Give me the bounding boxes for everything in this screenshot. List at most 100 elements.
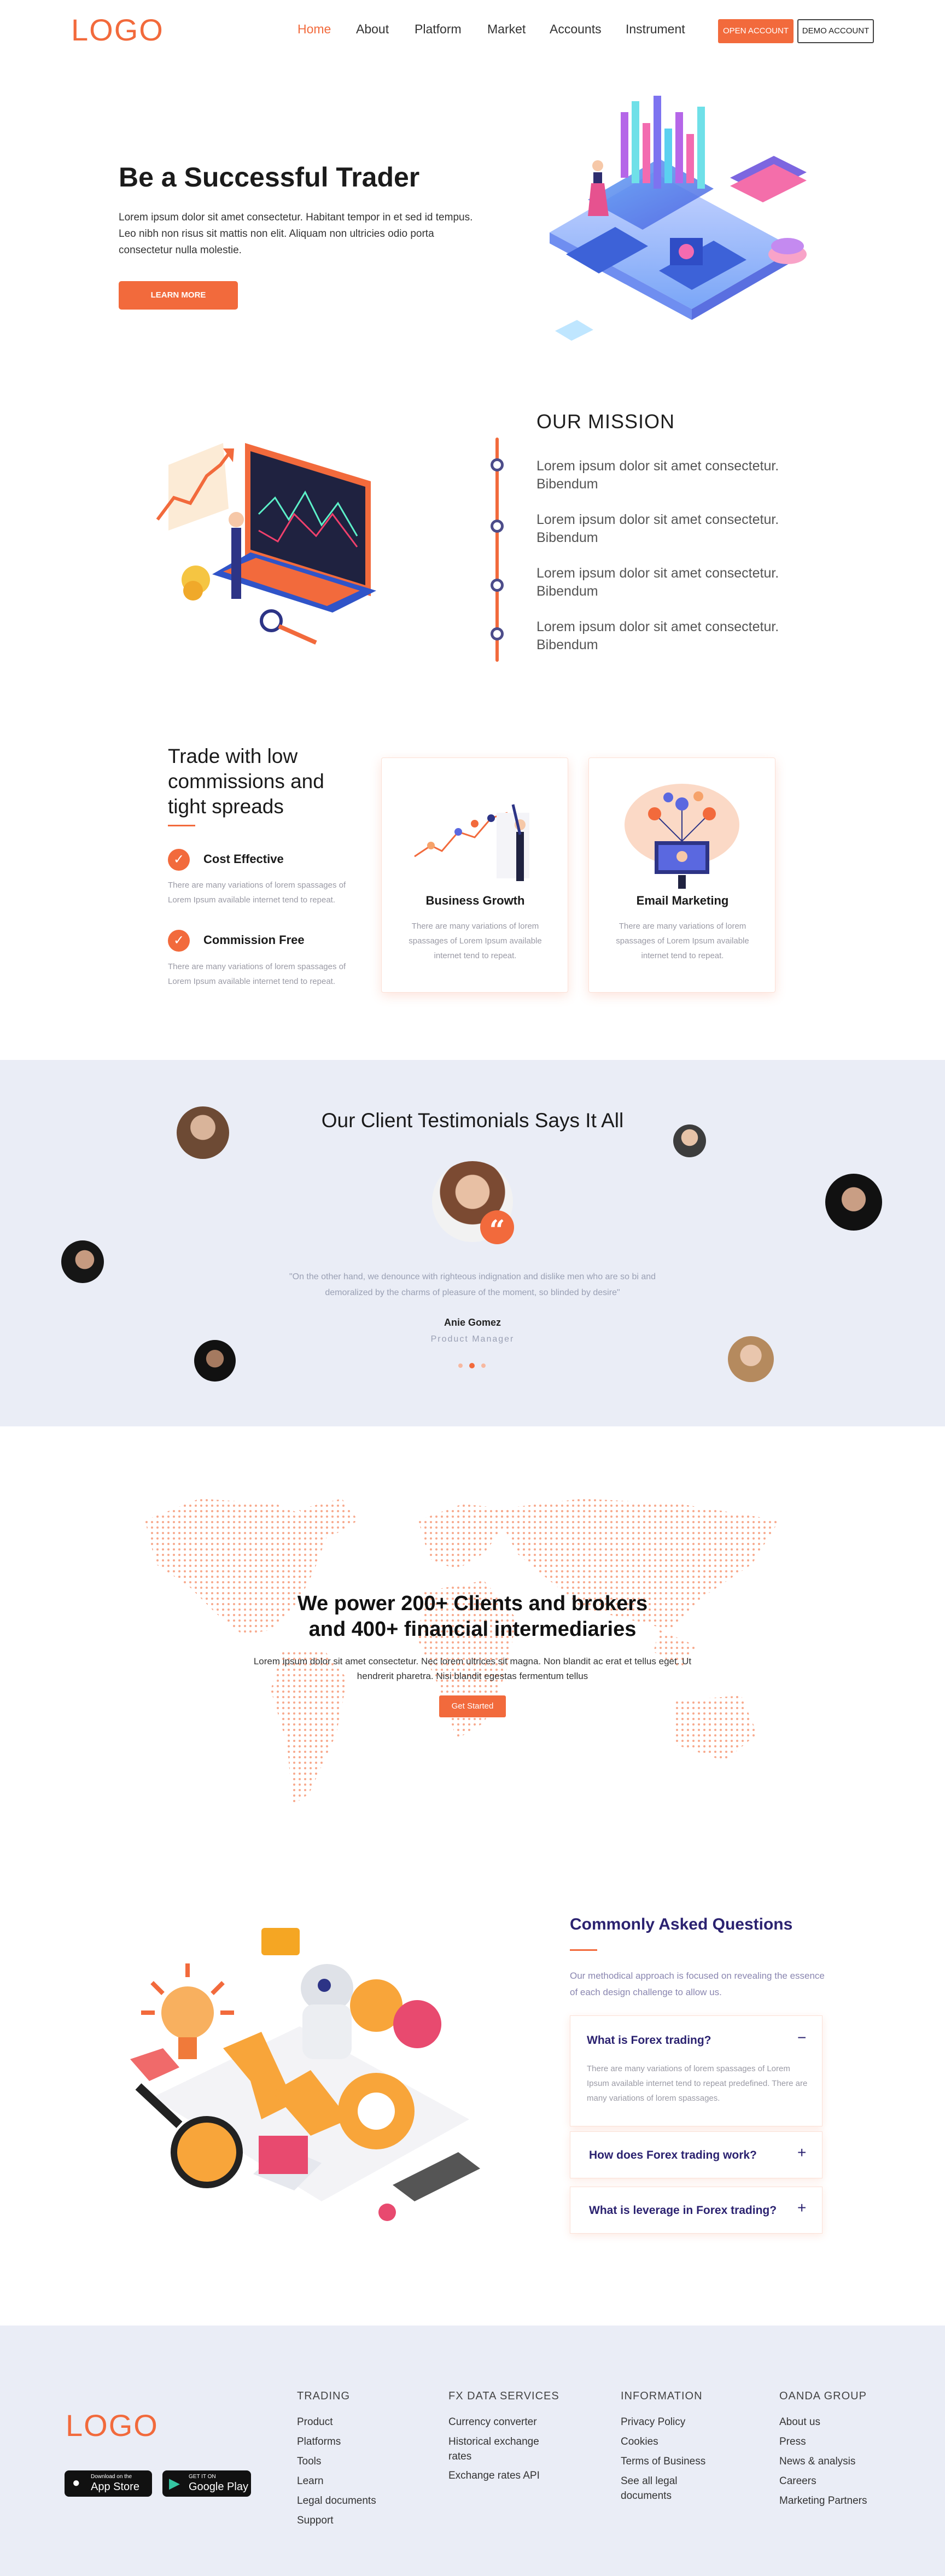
features-title-underline — [168, 825, 195, 826]
business-growth-card: Business Growth There are many variation… — [381, 757, 568, 993]
faq-item[interactable]: How does Forex trading work? + — [570, 2131, 822, 2178]
nav-home[interactable]: Home — [298, 22, 331, 37]
card-title: Email Marketing — [636, 894, 729, 907]
svg-text:!: ! — [412, 2053, 424, 2089]
faq-illustration: ? ! — [130, 1928, 480, 2221]
google-play-icon: ▶ — [169, 2475, 180, 2491]
footer-col-information: INFORMATION Privacy Policy Cookies Terms… — [621, 2390, 725, 2503]
mission-illustration — [156, 443, 376, 645]
testimonials-section: Our Client Testimonials Says It All “ "O… — [0, 1060, 945, 1426]
faq-question[interactable]: What is leverage in Forex trading? — [589, 2204, 777, 2217]
mission-timeline-dot — [491, 627, 504, 640]
footer-col-oanda-group: OANDA GROUP About us Press News & analys… — [779, 2390, 900, 2511]
faq-question[interactable]: How does Forex trading work? — [589, 2149, 757, 2162]
footer-col-title: OANDA GROUP — [779, 2390, 867, 2402]
feature-text: There are many variations of lorem spass… — [168, 881, 346, 905]
footer-col-title: INFORMATION — [621, 2390, 703, 2402]
apple-icon: ● — [72, 2475, 80, 2490]
carousel-dot[interactable] — [481, 1363, 486, 1368]
footer-link[interactable]: Careers — [779, 2472, 900, 2491]
collapse-icon[interactable]: − — [797, 2029, 806, 2047]
client-avatar[interactable] — [673, 1124, 706, 1157]
carousel-dot-active[interactable] — [469, 1363, 475, 1368]
footer-link[interactable]: Press — [779, 2432, 900, 2452]
mission-timeline-dot — [491, 458, 504, 471]
google-play-big-text: Google Play — [189, 2481, 248, 2493]
footer-col-title: TRADING — [297, 2390, 350, 2402]
check-icon: ✓ — [168, 849, 190, 871]
carousel-dot[interactable] — [458, 1363, 463, 1368]
footer-link[interactable]: Currency converter — [448, 2412, 563, 2432]
mission-item: Lorem ipsum dolor sit amet consectetur. … — [536, 512, 779, 545]
demo-account-button[interactable]: DEMO ACCOUNT — [797, 19, 874, 43]
footer-link[interactable]: Platforms — [297, 2432, 417, 2452]
footer-link[interactable]: Learn — [297, 2472, 417, 2491]
client-avatar[interactable] — [825, 1174, 882, 1231]
hero-title: Be a Successful Trader — [119, 162, 420, 193]
footer-link[interactable]: Support — [297, 2511, 417, 2531]
footer-link[interactable]: Legal documents — [297, 2491, 417, 2511]
card-text: There are many variations of lorem spass… — [409, 922, 542, 960]
faq-title: Commonly Asked Questions — [570, 1915, 793, 1933]
testimonial-role: Product Manager — [430, 1334, 515, 1344]
business-growth-illustration — [414, 804, 529, 881]
footer-link[interactable]: Exchange rates API — [448, 2466, 563, 2486]
mission-item: Lorem ipsum dolor sit amet consectetur. … — [536, 566, 779, 599]
google-play-small-text: GET IT ON — [189, 2474, 216, 2480]
stats-title-line1: We power 200+ Clients and brokers — [297, 1592, 648, 1615]
footer-link[interactable]: See all legal documents — [621, 2474, 692, 2503]
footer-link[interactable]: Historical exchange rates — [448, 2434, 563, 2464]
faq-intro: Our methodical approach is focused on re… — [570, 1971, 825, 1997]
mission-item: Lorem ipsum dolor sit amet consectetur. … — [536, 458, 779, 492]
mission-item: Lorem ipsum dolor sit amet consectetur. … — [536, 619, 779, 652]
app-store-badge[interactable]: ● Download on the App Store — [65, 2470, 152, 2497]
footer-link[interactable]: Tools — [297, 2452, 417, 2472]
open-account-button[interactable]: OPEN ACCOUNT — [718, 19, 794, 43]
expand-icon[interactable]: + — [797, 2144, 806, 2161]
email-marketing-card: Email Marketing There are many variation… — [588, 757, 775, 993]
faq-question[interactable]: What is Forex trading? — [587, 2034, 711, 2047]
learn-more-button[interactable]: LEARN MORE — [119, 281, 238, 310]
footer-link[interactable]: News & analysis — [779, 2452, 900, 2472]
app-store-small-text: Download on the — [91, 2474, 132, 2480]
mission-title: OUR MISSION — [536, 410, 675, 433]
faq-answer: There are many variations of lorem spass… — [587, 2064, 808, 2103]
get-started-button[interactable]: Get Started — [439, 1695, 506, 1717]
footer-logo[interactable]: LOGO — [66, 2408, 159, 2443]
stats-text: Lorem ipsum dolor sit amet consectetur. … — [253, 1656, 692, 1681]
footer-col-trading: TRADING Product Platforms Tools Learn Le… — [297, 2390, 417, 2531]
hero-text: Lorem ipsum dolor sit amet consectetur. … — [119, 212, 473, 256]
client-avatar[interactable] — [177, 1106, 229, 1159]
client-avatar[interactable] — [194, 1340, 236, 1382]
footer-col-fx-data: FX DATA SERVICES Currency converter Hist… — [448, 2390, 563, 2486]
feature-text: There are many variations of lorem spass… — [168, 962, 346, 986]
nav-about[interactable]: About — [356, 22, 389, 37]
svg-text:?: ? — [368, 2036, 386, 2074]
footer-link[interactable]: Cookies — [621, 2432, 725, 2452]
client-avatar[interactable] — [61, 1240, 104, 1283]
faq-item-expanded[interactable]: What is Forex trading? − There are many … — [570, 2015, 822, 2126]
footer-link[interactable]: Product — [297, 2412, 417, 2432]
hero-illustration — [550, 96, 807, 341]
nav-accounts[interactable]: Accounts — [550, 22, 602, 37]
footer-link[interactable]: Terms of Business — [621, 2452, 725, 2472]
quote-icon: “ — [480, 1210, 514, 1246]
faq-item[interactable]: What is leverage in Forex trading? + — [570, 2187, 822, 2234]
testimonials-title: Our Client Testimonials Says It All — [321, 1109, 624, 1132]
footer-link[interactable]: Privacy Policy — [621, 2412, 725, 2432]
footer-col-title: FX DATA SERVICES — [448, 2390, 559, 2402]
stats-title-line2: and 400+ financial intermediaries — [308, 1618, 637, 1641]
mission-timeline-dot — [491, 579, 504, 592]
footer-link[interactable]: Marketing Partners — [779, 2491, 900, 2511]
faq-title-underline — [570, 1949, 597, 1951]
testimonial-name: Anie Gomez — [444, 1317, 501, 1328]
google-play-badge[interactable]: ▶ GET IT ON Google Play — [162, 2470, 251, 2497]
nav-platform[interactable]: Platform — [415, 22, 462, 37]
expand-icon[interactable]: + — [797, 2199, 806, 2217]
header-logo[interactable]: LOGO — [71, 12, 164, 48]
app-store-big-text: App Store — [91, 2481, 139, 2493]
footer-link[interactable]: About us — [779, 2412, 900, 2432]
feature-title-commission-free: Commission Free — [203, 933, 305, 947]
nav-market[interactable]: Market — [487, 22, 526, 37]
nav-instrument[interactable]: Instrument — [626, 22, 685, 37]
